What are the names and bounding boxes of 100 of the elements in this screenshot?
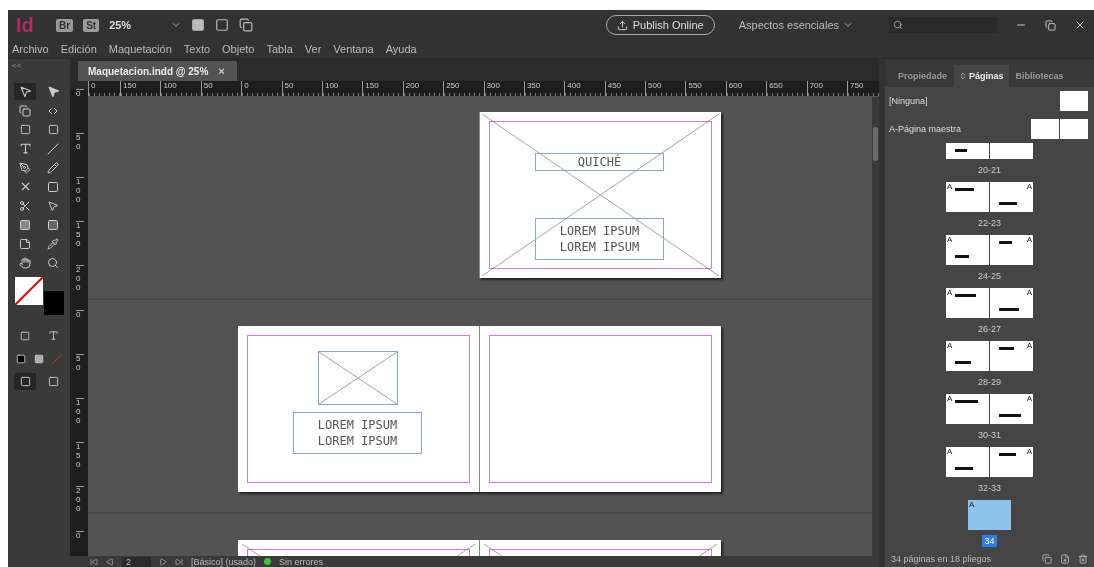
menu-item[interactable]: Edición [60,43,97,55]
search-field[interactable] [889,17,997,33]
upload-icon [616,19,628,31]
body-text: LOREM IPSUM [317,417,398,433]
title-text: QUICHÉ [577,154,622,170]
zoom-level[interactable]: 25% [109,19,132,31]
ruler-label: 200 [76,486,84,531]
close-tab-button[interactable]: × [218,65,225,77]
spread-label: 24-25 [977,270,1002,282]
screen-mode-icon[interactable] [215,18,230,32]
next-page-icon[interactable] [159,557,167,566]
text-bar-icon [999,453,1016,456]
master-row[interactable]: A-Página maestra [885,115,1094,143]
ruler-label: 0 [76,89,84,133]
style-dropdown[interactable]: [Básico] (usado) [191,556,257,567]
panel-tab[interactable]: Bibliotecas [1010,65,1069,87]
page-number-field[interactable]: 2 [122,556,151,567]
spread-item[interactable]: A 34 [968,500,1011,551]
master-mark: A [1026,235,1032,244]
body-text: LOREM IPSUM [317,433,398,449]
chevron-icon [843,20,853,30]
spread-item[interactable]: A A 28-29 [946,341,1033,394]
text-bar-icon [999,347,1014,350]
text-bar-icon [955,467,973,470]
ruler-label: 50 [281,81,322,96]
ruler-label: 0 [76,310,84,354]
preflight-status[interactable]: Sin errores [279,556,324,567]
menu-item[interactable]: Archivo [12,43,49,55]
menu-item[interactable]: Ver [304,43,322,55]
previous-page-icon[interactable] [106,557,114,566]
last-page-icon[interactable] [175,557,183,566]
master-mark: A [1026,341,1032,350]
text-bar-icon [955,149,967,152]
ruler-label: 200 [76,265,84,310]
master-row[interactable]: [Ninguna] [885,87,1094,115]
spread-item[interactable]: A A 24-25 [946,235,1033,288]
spread-item[interactable]: 20-21 [946,143,1033,182]
menu-item[interactable]: Ventana [333,43,374,55]
master-mark: A [1026,288,1032,297]
master-label: A-Página maestra [889,124,962,134]
scrollbar-thumb[interactable] [873,127,878,161]
text-bar-icon [955,361,971,364]
menu-item[interactable]: Ayuda [385,43,417,55]
spread-label: 32-33 [977,482,1002,494]
status-dot-icon [264,558,272,565]
text-bar-icon [999,414,1021,417]
close-icon[interactable] [1074,19,1086,31]
panel-tab[interactable]: Propiedade [893,65,952,87]
menu-item[interactable]: Tabla [266,43,293,55]
master-label: [Ninguna] [889,96,928,106]
text-bar-icon [999,308,1019,311]
document-tab[interactable]: Maquetacion.indd @ 25% × [78,61,237,81]
new-page-icon[interactable] [1060,554,1070,564]
stock-button[interactable]: St [83,18,100,32]
master-thumbnail [1060,119,1088,139]
ruler-label: 150 [76,221,84,265]
ruler-label: 100 [76,398,84,442]
spread-label: 22-23 [977,217,1002,229]
text-bar-icon [999,241,1012,244]
bridge-button[interactable]: Br [56,18,74,32]
workspace-dropdown[interactable]: Aspectos esenciales [732,18,859,32]
spread-item[interactable]: A A 30-31 [946,394,1033,447]
body-text: LOREM IPSUM [559,239,640,255]
collapse-button[interactable]: << [12,61,22,77]
menu-item[interactable]: Maquetación [108,43,172,55]
master-thumbnail [1060,91,1088,111]
spread-label: 30-31 [977,429,1002,441]
selection-tool-icon[interactable] [14,83,36,100]
restore-icon[interactable] [1045,19,1056,31]
master-mark: A [1026,447,1032,456]
app-logo: Id [16,13,35,37]
menu-item[interactable]: Objeto [222,43,255,55]
spread-label: 26-27 [977,323,1002,335]
panel-tab[interactable]: Páginas [954,65,1009,87]
fill-swatch[interactable] [15,277,43,305]
ruler-label: 300 [483,81,524,96]
page-count: 34 páginas en 18 pliegos [891,554,992,564]
chevron-icon[interactable] [171,20,182,30]
master-mark: A [947,341,953,350]
view-mode-icon[interactable] [14,373,36,390]
body-text: LOREM IPSUM [559,223,640,239]
text-bar-icon [955,294,976,297]
delete-icon[interactable] [1078,554,1088,564]
spread-item[interactable]: A A 22-23 [946,182,1033,235]
master-thumbnail [1031,119,1059,139]
master-mark: A [947,182,953,191]
master-mark: A [1026,394,1032,403]
menu-item[interactable]: Texto [183,43,211,55]
spread-label: 28-29 [977,376,1002,388]
stroke-swatch[interactable] [44,291,64,315]
up-down-icon [959,72,967,80]
first-page-icon[interactable] [90,557,98,566]
arrange-documents-icon[interactable] [239,18,254,32]
ruler-label: 50 [76,133,84,177]
page-size-icon[interactable] [1042,554,1052,564]
view-options-icon[interactable] [191,18,206,32]
text-bar-icon [955,188,974,191]
spread-item[interactable]: A A 32-33 [946,447,1033,500]
master-mark: A [947,447,953,456]
spread-item[interactable]: A A 26-27 [946,288,1033,341]
